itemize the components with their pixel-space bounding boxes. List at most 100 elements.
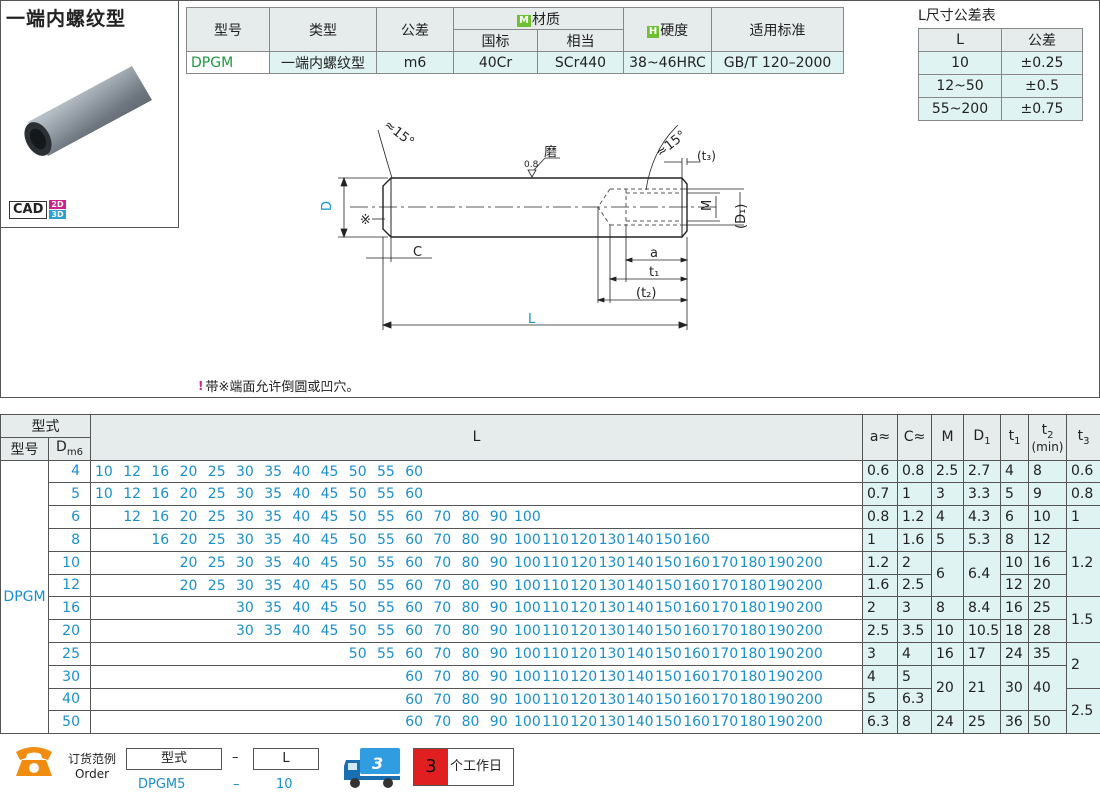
length-value: 100 bbox=[514, 578, 541, 594]
length-value: 170 bbox=[711, 714, 738, 730]
length-value: 100 bbox=[514, 532, 541, 548]
t1-cell: 5 bbox=[1001, 483, 1029, 506]
t2-cell: 35 bbox=[1029, 642, 1067, 665]
length-value: 70 bbox=[433, 600, 451, 616]
m-cell: 3 bbox=[932, 483, 964, 506]
d1-cell: 6.4 bbox=[964, 551, 1001, 597]
length-value: 35 bbox=[264, 555, 282, 571]
length-value: 150 bbox=[655, 714, 682, 730]
t1-cell: 6 bbox=[1001, 506, 1029, 529]
table-row: 2550556070809010011012013014015016017018… bbox=[1, 642, 1100, 665]
length-value: 80 bbox=[462, 578, 480, 594]
length-value: 170 bbox=[711, 692, 738, 708]
length-value: 90 bbox=[490, 692, 508, 708]
d1-cell: 4.3 bbox=[964, 506, 1001, 529]
length-value: 45 bbox=[321, 600, 339, 616]
length-value: 140 bbox=[627, 578, 654, 594]
length-value: 190 bbox=[768, 623, 795, 639]
m-cell: 20 bbox=[932, 665, 964, 711]
angle-right: ≈15° bbox=[653, 128, 689, 161]
t1-cell: 10 bbox=[1001, 551, 1029, 574]
order-box-type: 型式 bbox=[126, 748, 222, 770]
header-a: a≈ bbox=[863, 415, 898, 461]
length-value: 50 bbox=[349, 600, 367, 616]
table-row: 3060708090100110120130140150160170180190… bbox=[1, 665, 1100, 688]
length-value: 60 bbox=[405, 692, 423, 708]
length-value: 70 bbox=[433, 509, 451, 525]
length-value: 40 bbox=[292, 555, 310, 571]
length-value: 130 bbox=[599, 555, 626, 571]
length-value: 55 bbox=[377, 532, 395, 548]
length-cell: 2025303540455055607080901001101201301401… bbox=[91, 551, 863, 574]
length-value: 180 bbox=[740, 646, 767, 662]
length-value: 60 bbox=[405, 600, 423, 616]
length-value: 60 bbox=[405, 464, 423, 480]
length-value: 110 bbox=[542, 669, 569, 685]
length-value: 25 bbox=[208, 555, 226, 571]
length-value: 100 bbox=[514, 623, 541, 639]
length-cell: 6070809010011012013014015016017018019020… bbox=[91, 711, 863, 734]
length-value: 150 bbox=[655, 600, 682, 616]
length-value: 170 bbox=[711, 578, 738, 594]
dim-a: a bbox=[650, 246, 658, 261]
length-value: 190 bbox=[768, 600, 795, 616]
t1-cell: 12 bbox=[1001, 574, 1029, 597]
length-value: 180 bbox=[740, 692, 767, 708]
length-value: 20 bbox=[180, 532, 198, 548]
diameter-cell: 20 bbox=[49, 620, 91, 643]
header-form: 型式 bbox=[1, 415, 91, 438]
c-cell: 1 bbox=[898, 483, 932, 506]
length-value: 10 bbox=[95, 486, 113, 502]
length-value: 160 bbox=[683, 646, 710, 662]
m-cell: 24 bbox=[932, 711, 964, 734]
length-value: 100 bbox=[514, 555, 541, 571]
length-value: 12 bbox=[123, 509, 141, 525]
length-value: 45 bbox=[321, 464, 339, 480]
dim-c: C bbox=[413, 245, 422, 260]
length-value: 70 bbox=[433, 532, 451, 548]
t2-cell: 50 bbox=[1029, 711, 1067, 734]
length-value: 55 bbox=[377, 600, 395, 616]
length-value: 80 bbox=[462, 623, 480, 639]
length-value: 190 bbox=[768, 555, 795, 571]
dim-m: M bbox=[700, 200, 715, 211]
c-cell: 4 bbox=[898, 642, 932, 665]
a-cell: 1.6 bbox=[863, 574, 898, 597]
length-value: 30 bbox=[236, 555, 254, 571]
length-value: 170 bbox=[711, 600, 738, 616]
length-value: 190 bbox=[768, 714, 795, 730]
length-value: 60 bbox=[405, 486, 423, 502]
length-cell: 101216202530354045505560 bbox=[91, 483, 863, 506]
header-t3: t3 bbox=[1067, 415, 1100, 461]
m-cell: 8 bbox=[932, 597, 964, 620]
length-value: 35 bbox=[264, 578, 282, 594]
dim-d: D bbox=[320, 201, 335, 211]
diameter-cell: 50 bbox=[49, 711, 91, 734]
t1-cell: 30 bbox=[1001, 665, 1029, 711]
length-value: 20 bbox=[180, 464, 198, 480]
length-value: 70 bbox=[433, 623, 451, 639]
c-cell: 1.6 bbox=[898, 528, 932, 551]
c-cell: 3 bbox=[898, 597, 932, 620]
t2-cell: 10 bbox=[1029, 506, 1067, 529]
lead-time: 3 个工作日 bbox=[413, 748, 514, 786]
length-value: 190 bbox=[768, 646, 795, 662]
header-model: 型号 bbox=[1, 437, 49, 460]
example-code: DPGM5 bbox=[138, 777, 185, 792]
length-value: 35 bbox=[264, 532, 282, 548]
length-value: 90 bbox=[490, 600, 508, 616]
length-value: 30 bbox=[236, 623, 254, 639]
length-value: 20 bbox=[180, 555, 198, 571]
t2-cell: 16 bbox=[1029, 551, 1067, 574]
length-value: 150 bbox=[655, 578, 682, 594]
length-value: 70 bbox=[433, 692, 451, 708]
length-value: 60 bbox=[405, 555, 423, 571]
length-value: 180 bbox=[740, 578, 767, 594]
c-cell: 2 bbox=[898, 551, 932, 574]
length-value: 60 bbox=[405, 714, 423, 730]
length-value: 190 bbox=[768, 692, 795, 708]
t1-cell: 16 bbox=[1001, 597, 1029, 620]
length-value: 100 bbox=[514, 692, 541, 708]
length-value: 200 bbox=[796, 646, 823, 662]
a-cell: 0.8 bbox=[863, 506, 898, 529]
